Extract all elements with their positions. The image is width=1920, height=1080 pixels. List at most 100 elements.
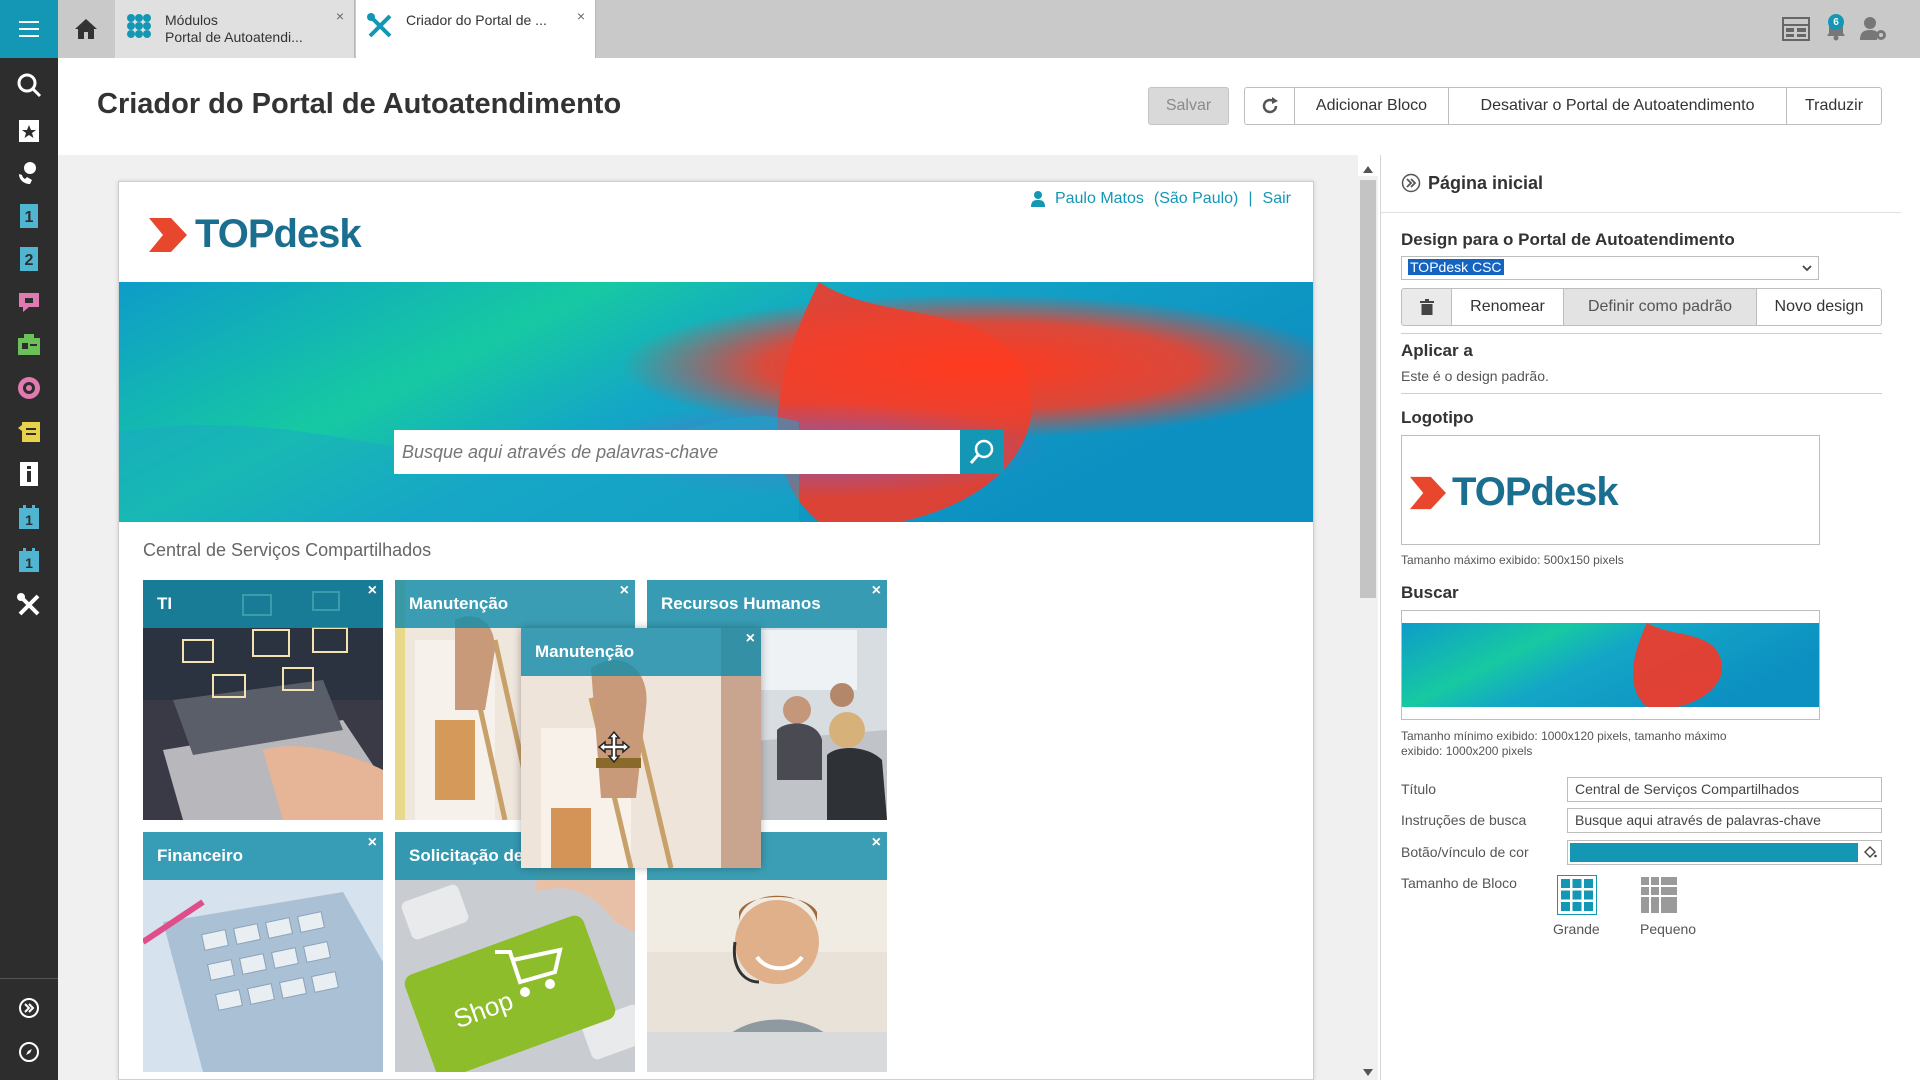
operations-icon[interactable] — [14, 373, 44, 403]
logo-upload-box[interactable]: TOPdesk — [1401, 435, 1820, 545]
logo-hint: Tamanho máximo exibido: 500x150 pixels — [1401, 553, 1624, 567]
search-image-hint-line1: Tamanho mínimo exibido: 1000x120 pixels,… — [1401, 729, 1727, 743]
tile-ti[interactable]: TI × — [143, 580, 383, 820]
portal-user-name[interactable]: Paulo Matos — [1055, 190, 1144, 208]
home-button[interactable] — [58, 0, 114, 58]
color-field-label: Botão/vínculo de cor — [1401, 844, 1529, 860]
tile-size-large-option[interactable] — [1557, 875, 1597, 915]
tile-remove-button[interactable]: × — [620, 582, 629, 600]
svg-text:1: 1 — [25, 209, 34, 226]
collapse-panel-icon[interactable] — [1401, 173, 1421, 193]
portal-heading: Central de Serviços Compartilhados — [143, 540, 432, 560]
svg-text:2: 2 — [25, 252, 34, 269]
tab-portal-builder[interactable]: Criador do Portal de ... × — [356, 0, 596, 58]
tile-size-small-option[interactable] — [1640, 876, 1678, 914]
design-select[interactable]: TOPdesk CSC — [1401, 256, 1819, 280]
compass-icon[interactable] — [14, 1037, 44, 1067]
search-image-hint-line2: exibido: 1000x200 pixels — [1401, 744, 1533, 758]
refresh-icon — [1262, 97, 1278, 114]
design-label: Design para o Portal de Autoatendimento — [1401, 230, 1735, 249]
add-block-button[interactable]: Adicionar Bloco — [1294, 87, 1449, 125]
tile-solicitacao[interactable]: Shop Solicitação de × — [395, 832, 635, 1072]
tile-size-large-label[interactable]: Grande — [1553, 921, 1600, 937]
color-picker[interactable] — [1567, 840, 1882, 865]
title-input[interactable]: Central de Serviços Compartilhados — [1567, 777, 1882, 802]
chat-icon[interactable] — [14, 287, 44, 317]
tile-title: Manutenção — [521, 628, 761, 676]
rail-divider — [0, 978, 58, 979]
set-default-button[interactable]: Definir como padrão — [1563, 288, 1757, 326]
reports-2-icon[interactable]: 1 — [14, 545, 44, 575]
refresh-button[interactable] — [1244, 87, 1295, 125]
tile-remove-button[interactable]: × — [368, 834, 377, 852]
expand-icon[interactable] — [14, 993, 44, 1023]
canvas-scrollbar[interactable] — [1358, 166, 1378, 1080]
tile-title: TI — [143, 580, 383, 628]
delete-design-button[interactable] — [1401, 288, 1452, 326]
portal-search-box — [394, 430, 1004, 474]
grid-small-icon — [1641, 877, 1677, 913]
reports-1-icon[interactable]: 1 — [14, 502, 44, 532]
portal-user-location[interactable]: (São Paulo) — [1154, 190, 1239, 208]
tile-support[interactable]: × — [647, 832, 887, 1072]
call-management-icon[interactable] — [14, 158, 44, 188]
portal-user-line: Paulo Matos (São Paulo) | Sair — [1030, 190, 1291, 208]
scrollbar-thumb[interactable] — [1360, 180, 1376, 598]
deactivate-portal-button[interactable]: Desativar o Portal de Autoatendimento — [1448, 87, 1787, 125]
tools-icon[interactable] — [14, 590, 44, 620]
tile-title: Manutenção — [395, 580, 635, 628]
save-button[interactable]: Salvar — [1148, 87, 1229, 125]
search-image-upload-box[interactable] — [1401, 610, 1820, 720]
favorites-icon[interactable] — [14, 115, 44, 145]
knowledge-icon[interactable] — [14, 459, 44, 489]
separator: | — [1248, 190, 1253, 207]
logout-link[interactable]: Sair — [1263, 190, 1291, 208]
tile-remove-button[interactable]: × — [746, 630, 755, 648]
tab-close-button[interactable]: × — [336, 8, 344, 24]
hamburger-menu-button[interactable] — [0, 0, 58, 58]
scroll-down-arrow-icon[interactable] — [1363, 1069, 1373, 1076]
new-design-button[interactable]: Novo design — [1756, 288, 1882, 326]
tile-dragging[interactable]: Manutenção × — [521, 628, 761, 868]
second-line-icon[interactable]: 2 — [14, 244, 44, 274]
properties-panel: Página inicial Design para o Portal de A… — [1380, 155, 1901, 1080]
search-banner — [119, 282, 1313, 522]
tile-financeiro[interactable]: Financeiro × — [143, 832, 383, 1072]
tab-title: Criador do Portal de ... — [406, 12, 547, 28]
chevron-down-icon — [1802, 265, 1812, 272]
dashboard-icon[interactable] — [1781, 14, 1811, 44]
divider — [1401, 393, 1882, 394]
move-cursor-icon — [597, 730, 631, 764]
first-line-icon[interactable]: 1 — [14, 201, 44, 231]
tile-remove-button[interactable]: × — [368, 582, 377, 600]
trash-icon — [1419, 299, 1434, 315]
logo-label: Logotipo — [1401, 408, 1474, 427]
search-instructions-input[interactable]: Busque aqui através de palavras-chave — [1567, 808, 1882, 833]
panel-title: Página inicial — [1428, 173, 1544, 193]
search-image-preview — [1402, 623, 1819, 707]
notification-badge: 6 — [1828, 14, 1844, 30]
tools-icon — [367, 13, 392, 38]
user-settings-icon[interactable] — [1858, 14, 1888, 44]
apply-label: Aplicar a — [1401, 341, 1473, 360]
tile-remove-button[interactable]: × — [872, 582, 881, 600]
portal-search-button[interactable] — [960, 430, 1004, 474]
change-management-icon[interactable] — [14, 416, 44, 446]
user-icon — [1030, 191, 1045, 207]
svg-text:1: 1 — [25, 512, 33, 528]
tab-close-button[interactable]: × — [577, 8, 585, 24]
search-icon[interactable] — [14, 70, 44, 100]
tile-remove-button[interactable]: × — [872, 834, 881, 852]
paint-bucket-icon — [1864, 846, 1877, 858]
rename-button[interactable]: Renomear — [1451, 288, 1564, 326]
translate-button[interactable]: Traduzir — [1786, 87, 1882, 125]
tab-modules[interactable]: Módulos Portal de Autoatendi... × — [115, 0, 355, 58]
tab-bar: Módulos Portal de Autoatendi... × Criado… — [58, 0, 1920, 58]
assets-icon[interactable] — [14, 330, 44, 360]
tile-size-small-label[interactable]: Pequeno — [1640, 921, 1696, 937]
logo-text: TOPdesk — [195, 212, 362, 256]
tab-title: Módulos — [165, 12, 218, 28]
portal-search-input[interactable] — [394, 430, 960, 474]
topdesk-logo-icon — [1410, 476, 1446, 509]
scroll-up-arrow-icon[interactable] — [1363, 166, 1373, 173]
